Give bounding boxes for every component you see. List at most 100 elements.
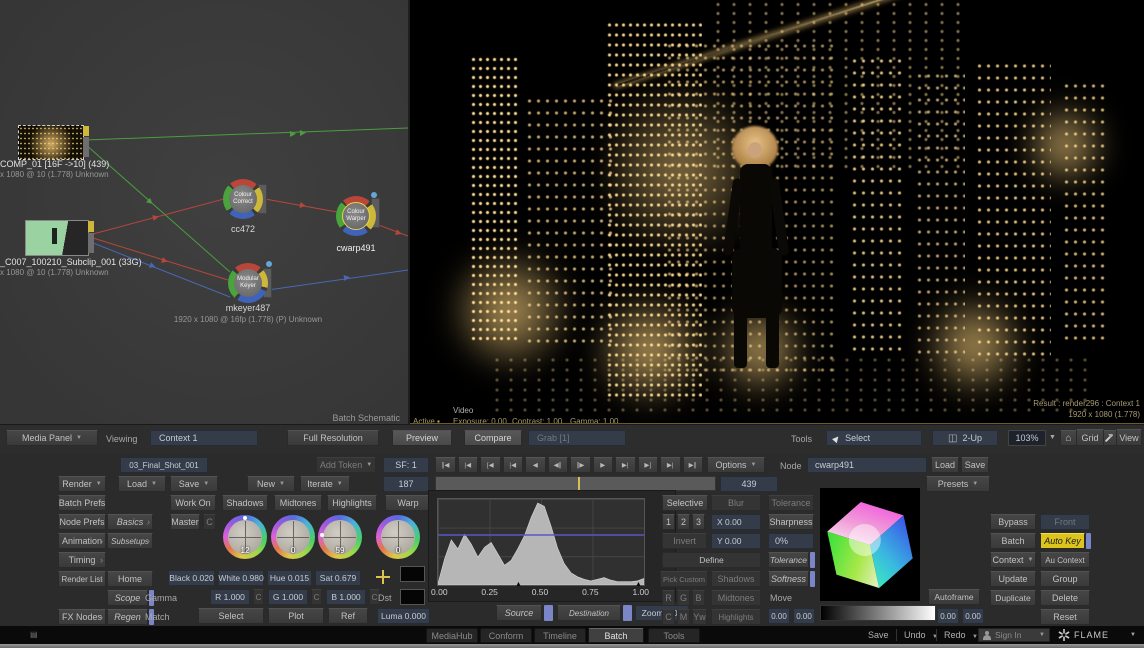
redo-action[interactable]: Redo ▼	[944, 630, 978, 640]
tab-mediahub[interactable]: MediaHub	[426, 628, 478, 643]
clip-node-comp-thumbnail[interactable]	[18, 125, 84, 160]
update-button[interactable]: Update	[990, 571, 1036, 587]
sharpness-pct-field[interactable]: 0%	[768, 533, 814, 549]
channel-r-button[interactable]: R	[662, 590, 675, 606]
clip-node-comp-tab2[interactable]	[83, 137, 89, 157]
histogram-marker-high[interactable]: ▲	[635, 581, 642, 588]
start-frame-field[interactable]: SF: 1	[383, 457, 429, 473]
bypass-button[interactable]: Bypass	[990, 514, 1036, 530]
full-resolution-button[interactable]: Full Resolution	[287, 430, 379, 446]
master-button[interactable]: Master	[170, 514, 200, 530]
autoframe-button[interactable]: Autoframe	[928, 589, 980, 605]
zoom-dropdown-arrow[interactable]: ▼	[1049, 434, 1056, 441]
clip-node-subclip-tab[interactable]	[88, 221, 94, 232]
tab-highlights[interactable]: Highlights	[327, 495, 377, 511]
batch-button[interactable]: Batch	[990, 533, 1036, 549]
modular-keyer-node[interactable]: ModularKeyer	[228, 263, 268, 303]
group-button[interactable]: Group	[1040, 571, 1090, 587]
invert-button[interactable]: Invert	[662, 533, 707, 549]
node-save-button[interactable]: Save	[961, 457, 989, 473]
destination-colour-swatch[interactable]	[400, 589, 425, 605]
render-list-button[interactable]: Render List›	[58, 571, 106, 587]
au-context-button[interactable]: Au Context	[1040, 552, 1090, 568]
reset-button[interactable]: Reset	[1040, 609, 1090, 625]
transport-button[interactable]: ▶∥	[683, 457, 704, 473]
node-prefs-button[interactable]: Node Prefs›	[58, 514, 106, 530]
source-toggle-button[interactable]: Source	[496, 605, 542, 621]
animation-button[interactable]: Animation›	[58, 533, 106, 549]
colour-cube-panel[interactable]	[820, 488, 920, 601]
transport-button[interactable]: ▶|	[615, 457, 636, 473]
viewing-context-field[interactable]: Context 1	[150, 430, 258, 446]
transport-button[interactable]: ◀∥	[548, 457, 569, 473]
source-colour-swatch[interactable]	[400, 566, 425, 582]
tab-shadows[interactable]: Shadows	[222, 495, 268, 511]
move-y-field[interactable]: 0.00	[793, 608, 815, 624]
tab-midtones[interactable]: Midtones	[274, 495, 322, 511]
viewer-panel[interactable]: Video Active ▪ Exposure: 0.00 Contrast: …	[410, 0, 1144, 424]
regen-button[interactable]: Regen	[107, 609, 148, 625]
gamma-r-field[interactable]: R 1.000	[210, 589, 250, 605]
colour-warper-node[interactable]: ColourWarper	[336, 196, 376, 236]
auto-key-button[interactable]: Auto Key	[1040, 533, 1085, 549]
hue-value-field[interactable]: Hue 0.015	[267, 570, 312, 586]
subsetups-button[interactable]: Subsetups›	[107, 533, 153, 549]
match-ref-button[interactable]: Ref	[328, 608, 368, 624]
grab-field[interactable]: Grab [1]	[528, 430, 626, 446]
render-button[interactable]: Render▼	[58, 476, 106, 492]
view-button[interactable]: View	[1116, 429, 1142, 446]
shadows-colour-wheel[interactable]: 12	[223, 515, 267, 559]
brand-dropdown-arrow[interactable]: ▼	[1130, 632, 1136, 638]
grid-arrow[interactable]: ▼	[1107, 433, 1114, 440]
match-plot-button[interactable]: Plot	[268, 608, 324, 624]
zoom-level-field[interactable]: 103%	[1008, 430, 1046, 446]
midtones-colour-wheel[interactable]: 0	[271, 515, 315, 559]
gamma-g-field[interactable]: G 1.000	[268, 589, 308, 605]
channel-c-button[interactable]: C	[662, 609, 675, 625]
timeline-scrubber[interactable]	[435, 476, 716, 491]
clip-node-subclip-thumbnail[interactable]	[25, 220, 89, 256]
selective-button[interactable]: Selective	[662, 495, 708, 511]
home-icon[interactable]: ⌂	[1060, 430, 1077, 446]
gamma-r-c-button[interactable]: C	[253, 589, 264, 605]
preview-button[interactable]: Preview	[392, 430, 452, 446]
selective-2-button[interactable]: 2	[677, 514, 690, 530]
media-panel-button[interactable]: Media Panel▼	[6, 430, 98, 446]
colour-correct-node[interactable]: ColourCorrect	[223, 179, 263, 219]
warp-colour-wheel[interactable]: 0	[376, 515, 420, 559]
sharpness-button[interactable]: Sharpness	[768, 514, 814, 530]
master-c-button[interactable]: C	[203, 514, 216, 530]
transport-button[interactable]: ∥◀	[435, 457, 456, 473]
context-button[interactable]: Context▼	[990, 552, 1036, 568]
transport-button[interactable]: [◀	[480, 457, 501, 473]
iterate-button[interactable]: Iterate▼	[300, 476, 350, 492]
highlights-colour-wheel[interactable]: 59	[318, 515, 362, 559]
fx-nodes-button[interactable]: FX Nodes›	[58, 609, 106, 625]
transport-button[interactable]: ∥▶	[570, 457, 591, 473]
tab-conform[interactable]: Conform	[480, 628, 532, 643]
clip-node-subclip-tab2[interactable]	[88, 233, 94, 253]
transport-button[interactable]: ▶]	[638, 457, 659, 473]
histogram-marker-low[interactable]: ▲	[515, 581, 522, 588]
grid-control[interactable]: Grid	[1076, 429, 1104, 446]
luma-field[interactable]: Luma 0.000	[377, 608, 430, 624]
clip-node-comp-tab[interactable]	[83, 126, 89, 136]
luminance-ramp[interactable]	[820, 605, 936, 621]
white-value-field[interactable]: White 0.980	[218, 570, 264, 586]
playhead[interactable]	[578, 477, 580, 490]
source-picker-icon[interactable]	[376, 570, 390, 584]
current-frame-field[interactable]: 187	[383, 476, 429, 492]
channel-yw-button[interactable]: Yw	[692, 609, 707, 625]
compare-button[interactable]: Compare	[464, 430, 522, 446]
channel-b-button[interactable]: B	[692, 590, 705, 606]
selective-highlights-button[interactable]: Highlights	[711, 609, 761, 625]
softness-toggle-button[interactable]: Softness	[768, 571, 809, 587]
pick-custom-button[interactable]: Pick Custom	[660, 571, 708, 587]
move-x-field[interactable]: 0.00	[768, 608, 790, 624]
sat-value-field[interactable]: Sat 0.679	[315, 570, 361, 586]
transport-button[interactable]: ◀	[525, 457, 546, 473]
autoframe-y-field[interactable]: 0.00	[962, 608, 984, 624]
tool-select-field[interactable]: ▶ Select	[826, 430, 922, 446]
scope-button[interactable]: Scope	[107, 590, 148, 606]
tab-batch[interactable]: Batch	[588, 628, 644, 643]
